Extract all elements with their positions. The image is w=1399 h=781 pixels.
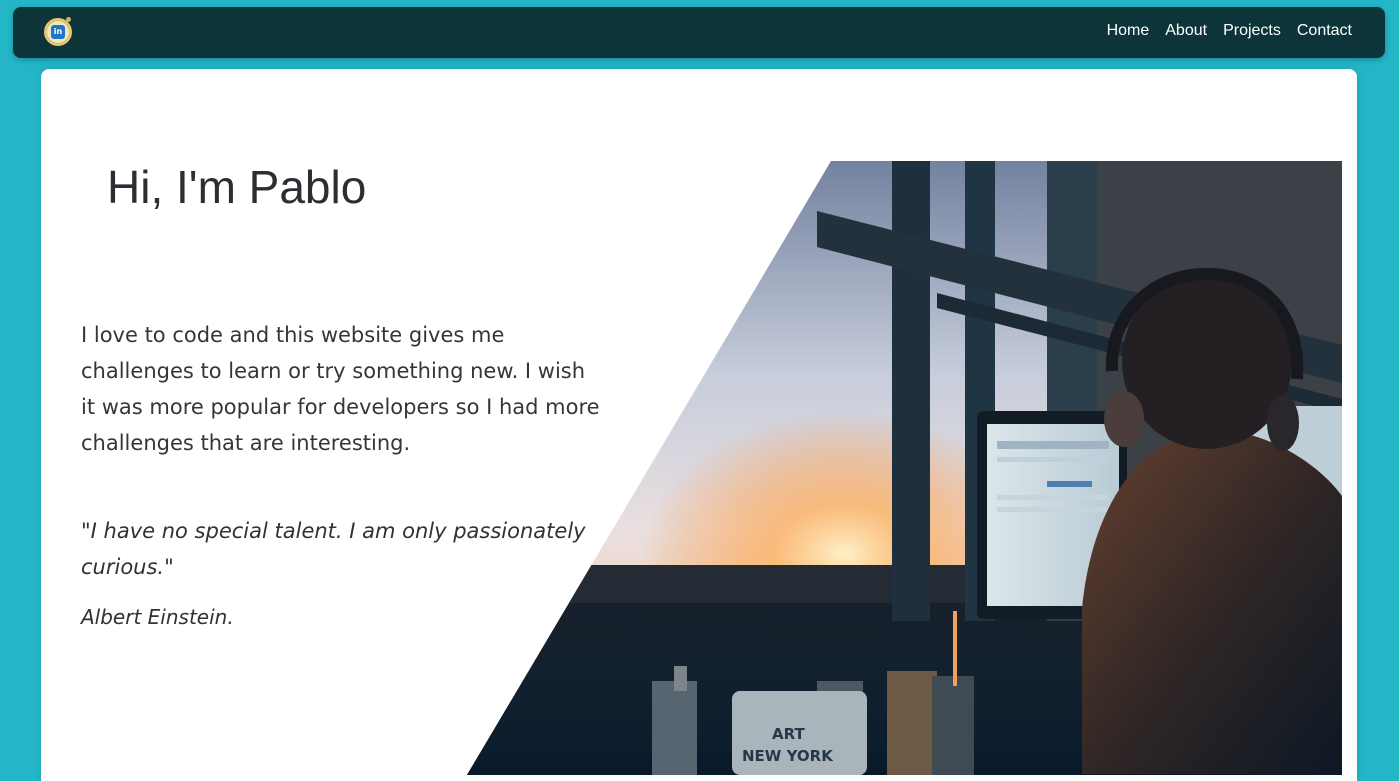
hero-card: Hi, I'm Pablo I love to code and this we… [41,69,1357,781]
hero-photo: ART NEW YORK [467,161,1342,775]
photo-text-art: ART [772,725,805,743]
hero-title: Hi, I'm Pablo [107,161,367,213]
photo-text-new-york: NEW YORK [742,747,834,765]
logo-letter-badge: in [51,25,65,39]
linkedin-logo-icon[interactable]: in [44,17,72,46]
top-navbar: in Home About Projects Contact [13,7,1385,58]
intro-paragraph: I love to code and this website gives me… [81,323,600,455]
quote-author: Albert Einstein. [81,605,234,629]
developer-at-desk-photo-icon: ART NEW YORK [467,161,1342,775]
quote-text: "I have no special talent. I am only pas… [81,519,586,579]
nav-links: Home About Projects Contact [1107,22,1352,40]
nav-link-about[interactable]: About [1165,22,1207,40]
logo-dot [66,17,71,22]
nav-link-projects[interactable]: Projects [1223,22,1281,40]
nav-link-contact[interactable]: Contact [1297,22,1352,40]
nav-link-home[interactable]: Home [1107,22,1150,40]
